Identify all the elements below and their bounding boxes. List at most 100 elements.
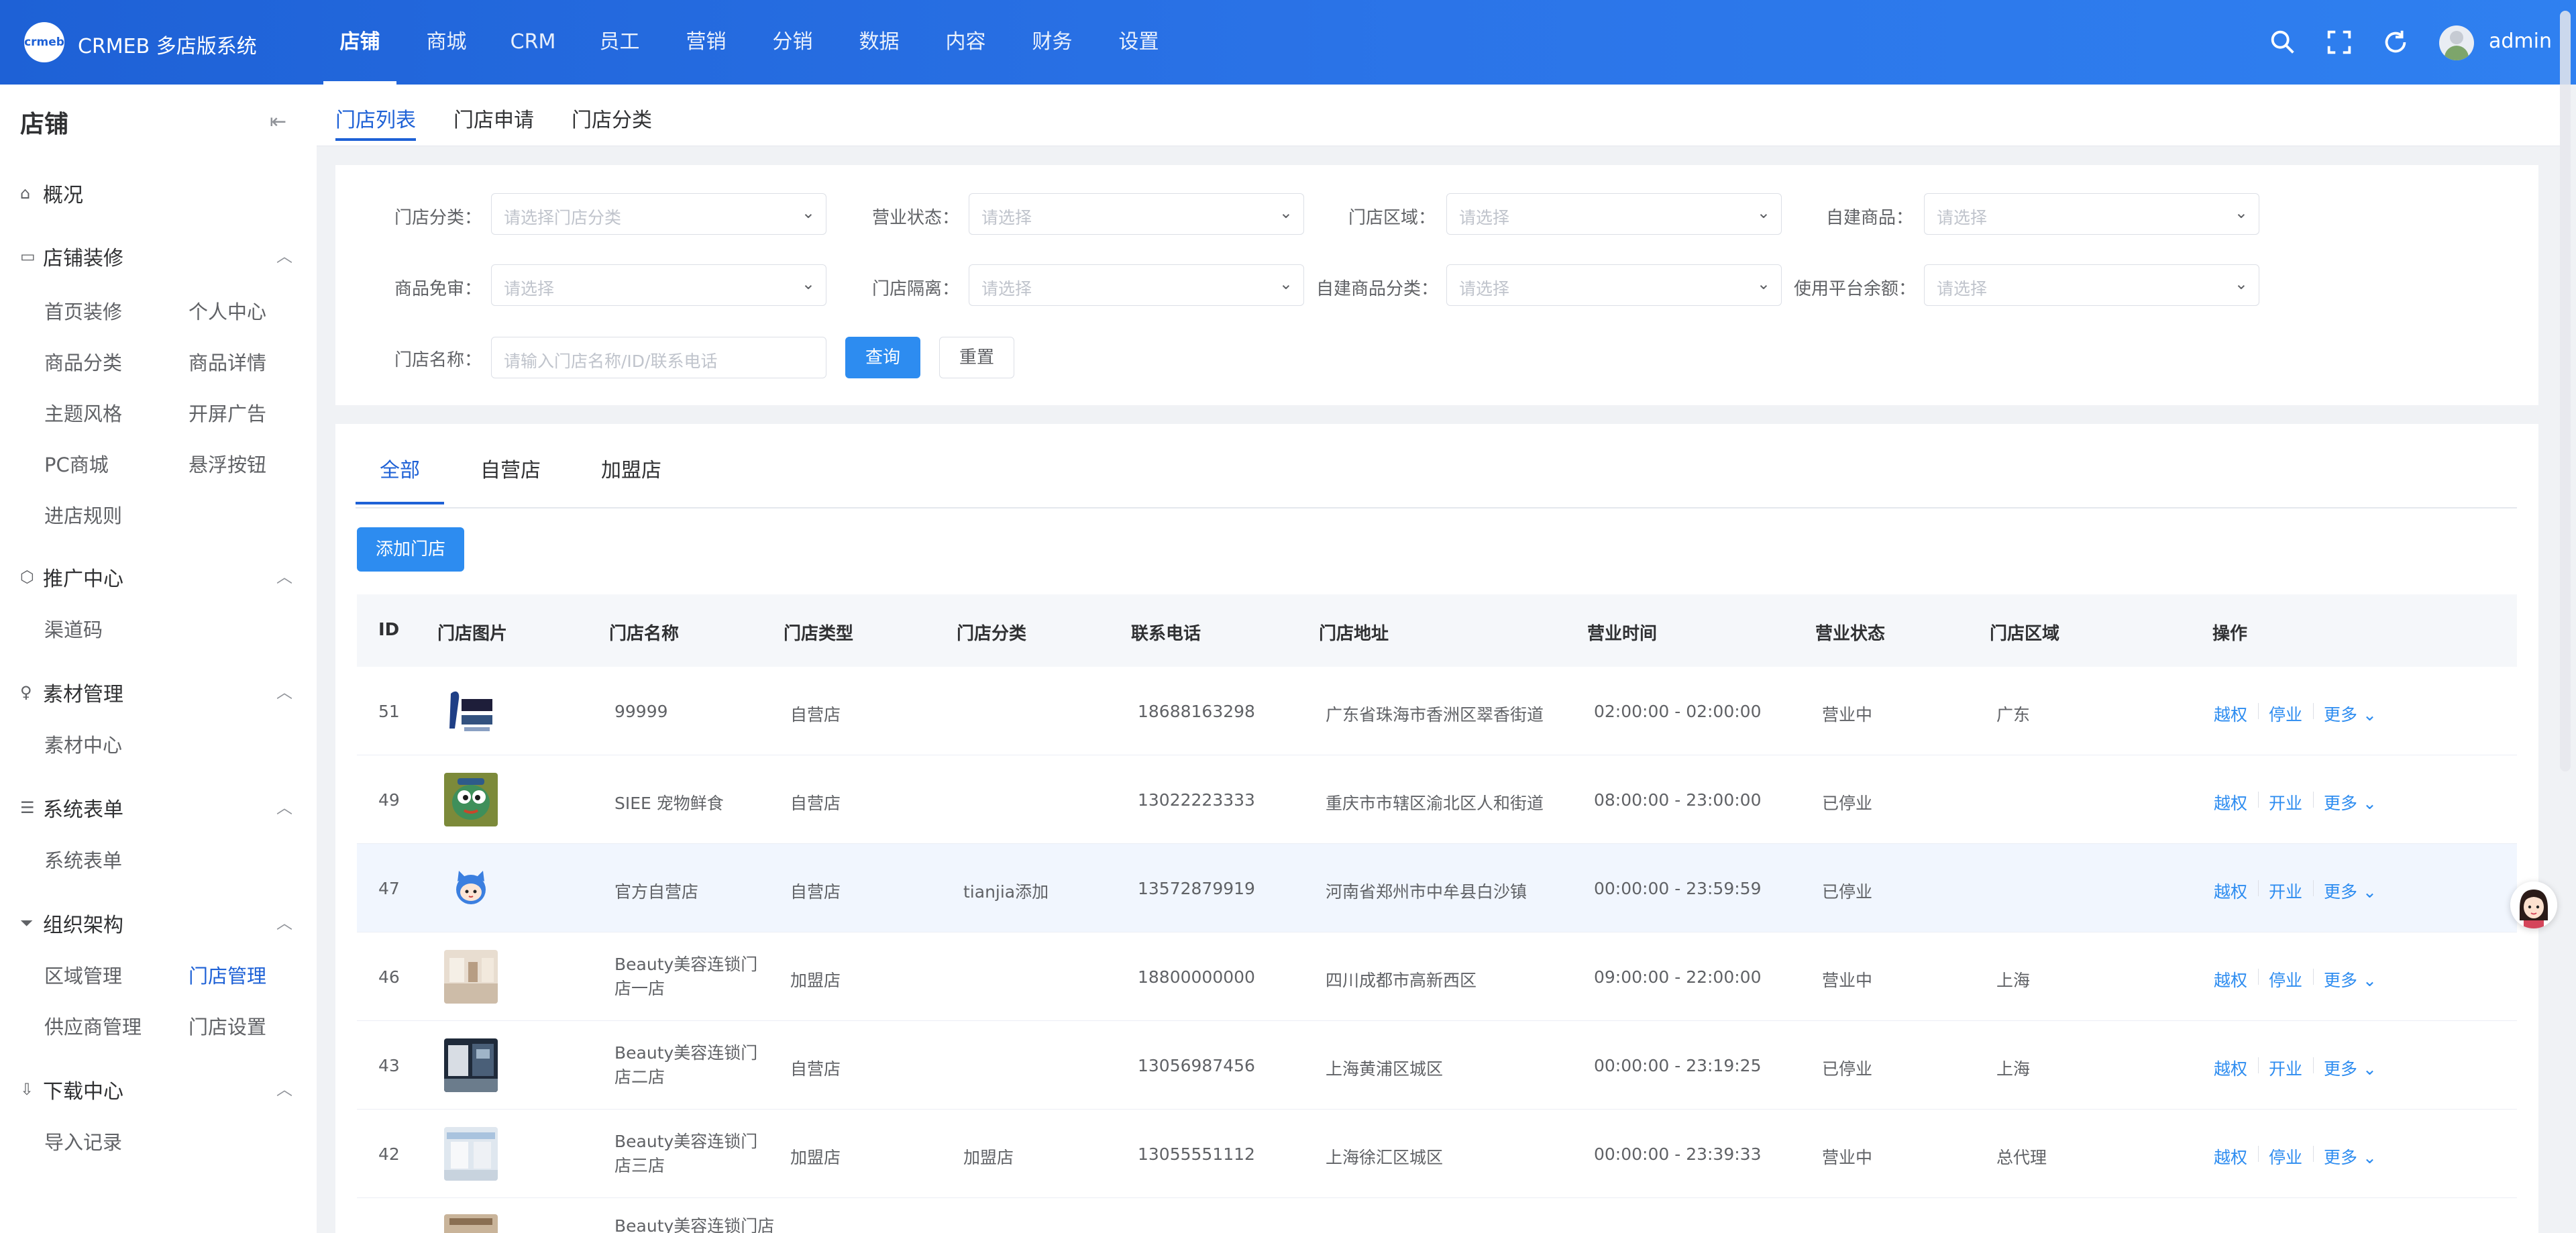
nav-settings[interactable]: 设置 xyxy=(1095,0,1182,85)
suspend-link[interactable]: 停业 xyxy=(2269,967,2302,991)
more-dropdown[interactable]: 更多 ⌄ xyxy=(2324,967,2377,991)
more-dropdown[interactable]: 更多 ⌄ xyxy=(2324,1056,2377,1080)
chevron-down-icon: ⌄ xyxy=(1279,274,1293,293)
override-link[interactable]: 越权 xyxy=(2214,967,2247,991)
sidebar-group-label: 系统表单 xyxy=(43,798,123,822)
crmeb-logo[interactable]: crmeb xyxy=(24,22,64,62)
sidebar-item-region-management[interactable]: 区域管理 xyxy=(44,961,122,989)
column-header: 门店分类 xyxy=(957,624,1027,644)
sidebar-group-promotion[interactable]: ⬡ 推广中心 xyxy=(20,562,123,592)
sidebar-item-product-category[interactable]: 商品分类 xyxy=(44,347,122,376)
store-region-select[interactable]: 请选择 ⌄ xyxy=(1446,193,1782,235)
self-product-category-select[interactable]: 请选择 ⌄ xyxy=(1446,264,1782,306)
override-link[interactable]: 越权 xyxy=(2214,879,2247,903)
sidebar-item-theme-style[interactable]: 主题风格 xyxy=(44,398,122,427)
store-name-input[interactable]: 请输入门店名称/ID/联系电话 xyxy=(491,337,826,378)
chevron-up-icon[interactable]: ︿ xyxy=(276,243,292,266)
fullscreen-icon[interactable] xyxy=(2324,27,2355,58)
sidebar-item-store-settings[interactable]: 门店设置 xyxy=(189,1012,266,1040)
override-link[interactable]: 越权 xyxy=(2214,790,2247,814)
sidebar-item-float-button[interactable]: 悬浮按钮 xyxy=(189,449,266,478)
tab-franchise[interactable]: 加盟店 xyxy=(601,453,661,483)
tab-store-category[interactable]: 门店分类 xyxy=(572,103,652,133)
username[interactable]: admin xyxy=(2489,30,2552,53)
select-placeholder: 请选择 xyxy=(981,208,1032,227)
sidebar-item-user-center[interactable]: 个人中心 xyxy=(189,297,266,325)
sidebar-item-system-form[interactable]: 系统表单 xyxy=(44,845,122,873)
sidebar-item-supplier-management[interactable]: 供应商管理 xyxy=(44,1012,142,1040)
sidebar-item-pc-mall[interactable]: PC商城 xyxy=(44,449,109,478)
refresh-icon[interactable] xyxy=(2380,27,2411,58)
more-dropdown[interactable]: 更多 ⌄ xyxy=(2324,790,2377,814)
page-scrollbar[interactable] xyxy=(2560,11,2571,771)
chevron-up-icon[interactable]: ︿ xyxy=(276,679,292,702)
customer-service-avatar[interactable] xyxy=(2510,881,2557,928)
nav-marketing[interactable]: 营销 xyxy=(663,0,749,85)
cell-id: 47 xyxy=(378,879,400,898)
sidebar-group-decoration[interactable]: ▭ 店铺装修 xyxy=(20,242,123,271)
sidebar-item-import-records[interactable]: 导入记录 xyxy=(44,1127,122,1155)
more-dropdown[interactable]: 更多 ⌄ xyxy=(2324,879,2377,903)
filter-label-self-products: 自建商品： xyxy=(1826,208,1914,228)
nav-content[interactable]: 内容 xyxy=(922,0,1009,85)
tab-self-operated[interactable]: 自营店 xyxy=(480,453,541,483)
store-image xyxy=(444,950,498,1004)
nav-crm[interactable]: CRM xyxy=(490,0,576,85)
suspend-link[interactable]: 停业 xyxy=(2269,702,2302,726)
sidebar-item-material-center[interactable]: 素材中心 xyxy=(44,730,122,758)
open-link[interactable]: 开业 xyxy=(2269,879,2302,903)
separator xyxy=(2313,969,2314,985)
tab-store-list[interactable]: 门店列表 xyxy=(335,103,416,141)
platform-balance-select[interactable]: 请选择 ⌄ xyxy=(1924,264,2259,306)
sidebar-group-materials[interactable]: ♀ 素材管理 xyxy=(20,678,123,707)
add-store-button[interactable]: 添加门店 xyxy=(357,527,464,572)
more-dropdown[interactable]: 更多 ⌄ xyxy=(2324,702,2377,726)
tab-all[interactable]: 全部 xyxy=(356,453,444,504)
search-icon[interactable] xyxy=(2267,27,2298,58)
sidebar-item-entry-rules[interactable]: 进店规则 xyxy=(44,500,122,529)
suspend-link[interactable]: 停业 xyxy=(2269,1144,2302,1169)
chevron-down-icon: ⌄ xyxy=(2362,705,2377,725)
query-button[interactable]: 查询 xyxy=(845,337,920,378)
nav-data[interactable]: 数据 xyxy=(836,0,922,85)
sidebar-item-store-management[interactable]: 门店管理 xyxy=(189,961,266,989)
nav-staff[interactable]: 员工 xyxy=(576,0,663,85)
nav-shop[interactable]: 店铺 xyxy=(317,0,403,85)
product-review-exempt-select[interactable]: 请选择 ⌄ xyxy=(491,264,826,306)
business-status-select[interactable]: 请选择 ⌄ xyxy=(969,193,1304,235)
chevron-up-icon[interactable]: ︿ xyxy=(276,794,292,818)
cell-store-name: 99999 xyxy=(614,702,668,721)
filter-label-store-region: 门店区域： xyxy=(1348,208,1436,228)
tabs-divider xyxy=(356,507,2517,508)
override-link[interactable]: 越权 xyxy=(2214,1144,2247,1169)
open-link[interactable]: 开业 xyxy=(2269,1056,2302,1080)
tab-store-application[interactable]: 门店申请 xyxy=(453,103,534,133)
override-link[interactable]: 越权 xyxy=(2214,702,2247,726)
nav-mall[interactable]: 商城 xyxy=(403,0,490,85)
user-avatar[interactable] xyxy=(2439,25,2474,60)
override-link[interactable]: 越权 xyxy=(2214,1056,2247,1080)
nav-distribution[interactable]: 分销 xyxy=(749,0,836,85)
self-products-select[interactable]: 请选择 ⌄ xyxy=(1924,193,2259,235)
collapse-sidebar-icon[interactable]: ⇤ xyxy=(270,110,286,133)
chevron-up-icon[interactable]: ︿ xyxy=(276,564,292,587)
sidebar-item-home-decoration[interactable]: 首页装修 xyxy=(44,297,122,325)
sidebar-group-download[interactable]: ⇩ 下载中心 xyxy=(20,1075,123,1104)
sidebar-group-overview[interactable]: ⌂ 概况 xyxy=(20,178,83,208)
sidebar: 店铺 ⇤ ⌂ 概况 ▭ 店铺装修 ︿ 首页装修 个人中心 商品分类 商品详情 主… xyxy=(0,85,317,1233)
more-label: 更多 xyxy=(2324,882,2358,902)
reset-button[interactable]: 重置 xyxy=(939,337,1014,378)
sidebar-group-organization[interactable]: ⏷ 组织架构 xyxy=(20,908,123,938)
chevron-up-icon[interactable]: ︿ xyxy=(276,910,292,933)
sidebar-item-splash-ad[interactable]: 开屏广告 xyxy=(189,398,266,427)
nav-finance[interactable]: 财务 xyxy=(1009,0,1095,85)
chevron-up-icon[interactable]: ︿ xyxy=(276,1076,292,1100)
open-link[interactable]: 开业 xyxy=(2269,790,2302,814)
store-category-select[interactable]: 请选择门店分类 ⌄ xyxy=(491,193,826,235)
sidebar-group-label: 组织架构 xyxy=(43,914,123,937)
sidebar-item-channel-code[interactable]: 渠道码 xyxy=(44,614,103,643)
store-isolation-select[interactable]: 请选择 ⌄ xyxy=(969,264,1304,306)
sidebar-item-product-detail[interactable]: 商品详情 xyxy=(189,347,266,376)
sidebar-group-system-form[interactable]: ☰ 系统表单 xyxy=(20,793,123,822)
more-dropdown[interactable]: 更多 ⌄ xyxy=(2324,1144,2377,1169)
